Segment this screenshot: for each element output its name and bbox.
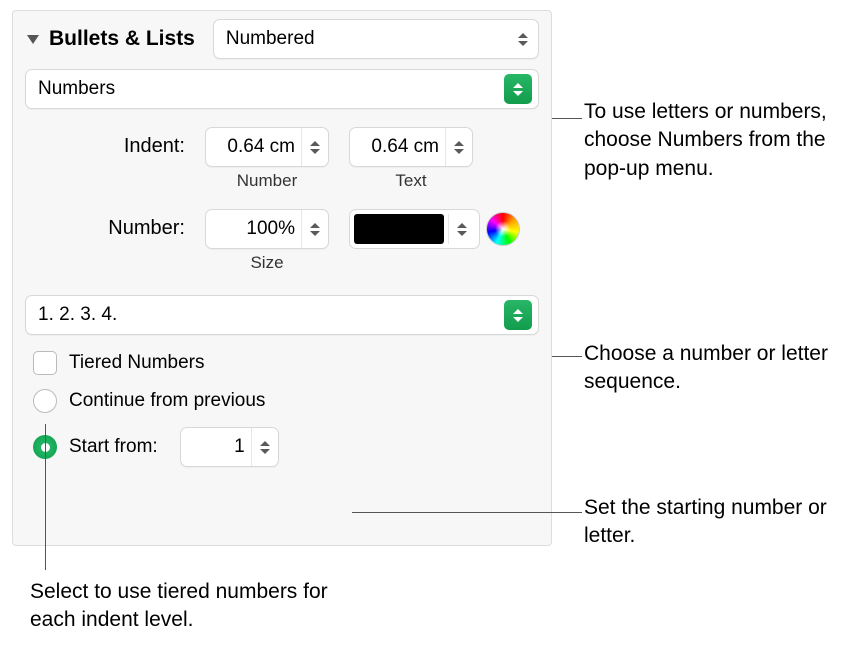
connector-line <box>552 356 582 357</box>
indent-text-stepper[interactable] <box>349 127 473 167</box>
section-title: Bullets & Lists <box>49 27 195 51</box>
stepper-arrows-icon[interactable] <box>301 210 328 248</box>
number-color-well[interactable] <box>349 209 480 249</box>
indent-number-stepper[interactable] <box>205 127 329 167</box>
updown-chevrons-icon <box>514 33 532 46</box>
indent-row: Indent: Number Text <box>85 127 539 191</box>
list-style-value: Numbered <box>226 28 315 50</box>
callout-tiered: Select to use tiered numbers for each in… <box>30 578 370 635</box>
section-header: Bullets & Lists Numbered <box>25 19 539 59</box>
number-row: Number: Size <box>85 209 539 273</box>
number-size-input[interactable] <box>206 218 301 240</box>
number-sequence-popup[interactable]: 1. 2. 3. 4. <box>25 295 539 335</box>
indent-text-input[interactable] <box>350 136 445 158</box>
callout-type-popup: To use letters or numbers, choose Number… <box>584 98 844 183</box>
start-from-label: Start from: <box>69 436 158 458</box>
start-from-input[interactable] <box>181 436 251 458</box>
indent-text-sublabel: Text <box>395 171 426 191</box>
callout-sequence: Choose a number or letter sequence. <box>584 340 854 397</box>
connector-line <box>352 512 582 513</box>
start-from-row: Start from: <box>33 427 539 467</box>
disclosure-triangle-icon[interactable] <box>27 35 39 44</box>
connector-line <box>552 118 582 119</box>
color-wheel-icon[interactable] <box>486 212 520 246</box>
continue-previous-radio[interactable] <box>33 389 57 413</box>
connector-line <box>45 424 46 570</box>
stepper-arrows-icon[interactable] <box>445 128 472 166</box>
number-size-stepper[interactable] <box>205 209 329 249</box>
callout-startfrom: Set the starting number or letter. <box>584 494 834 551</box>
updown-chevrons-icon[interactable] <box>448 214 475 244</box>
bullet-type-value: Numbers <box>38 78 115 100</box>
bullet-type-popup[interactable]: Numbers <box>25 69 539 109</box>
number-sequence-value: 1. 2. 3. 4. <box>38 304 117 326</box>
continue-previous-label: Continue from previous <box>69 390 265 412</box>
color-swatch <box>354 214 444 244</box>
indent-number-input[interactable] <box>206 136 301 158</box>
stepper-arrows-icon[interactable] <box>301 128 328 166</box>
indent-label: Indent: <box>85 127 185 158</box>
stepper-arrows-icon[interactable] <box>251 428 278 466</box>
start-from-stepper[interactable] <box>180 427 279 467</box>
tiered-numbers-row: Tiered Numbers <box>33 351 539 375</box>
tiered-numbers-checkbox[interactable] <box>33 351 57 375</box>
list-style-popup[interactable]: Numbered <box>213 19 539 59</box>
continue-previous-row: Continue from previous <box>33 389 539 413</box>
number-size-sublabel: Size <box>250 253 283 273</box>
bullets-lists-panel: Bullets & Lists Numbered Numbers Indent:… <box>12 10 552 546</box>
tiered-numbers-label: Tiered Numbers <box>69 352 205 374</box>
indent-number-sublabel: Number <box>237 171 297 191</box>
updown-chevrons-icon <box>504 74 532 104</box>
updown-chevrons-icon <box>504 300 532 330</box>
number-label: Number: <box>85 209 185 240</box>
